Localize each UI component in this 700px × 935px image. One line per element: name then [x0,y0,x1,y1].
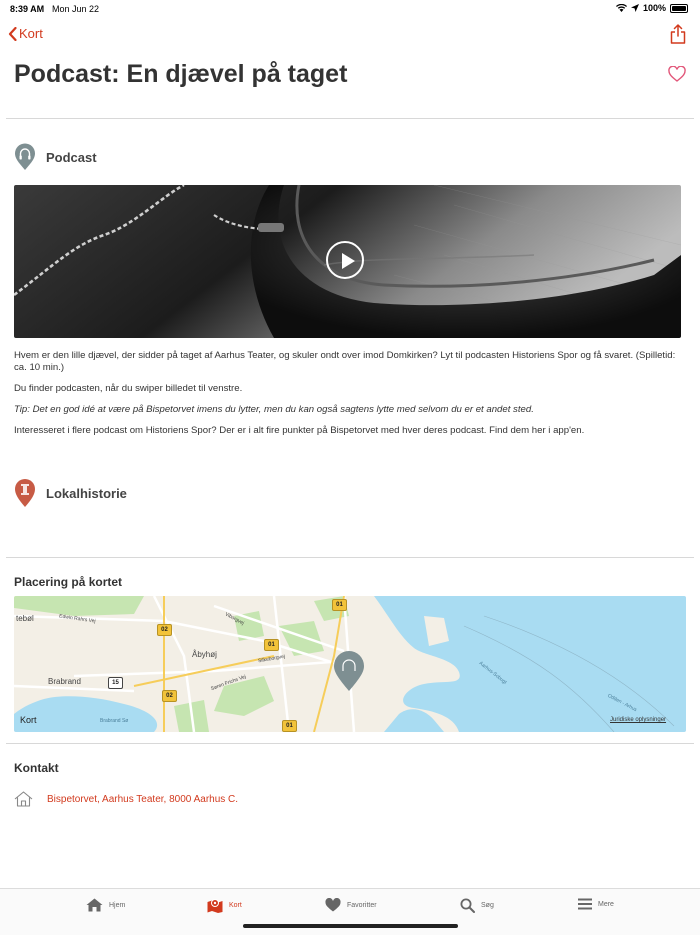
map-background [14,596,686,732]
heart-icon [325,898,341,912]
status-right: 100% [615,3,688,13]
wifi-icon [615,4,627,12]
road-badge: 15 [108,677,123,689]
contact-title: Kontakt [14,761,59,775]
share-button[interactable] [670,24,686,49]
podcast-media[interactable] [14,185,681,338]
tab-label: Favoritter [347,901,377,909]
status-time: 8:39 AM [10,4,45,14]
share-icon [670,24,686,44]
map-label: Åbyhøj [192,650,217,659]
map-label: Brabrand [48,677,81,686]
back-label: Kort [19,26,43,41]
chevron-left-icon [8,26,17,41]
contact-address-row[interactable]: Bispetorvet, Aarhus Teater, 8000 Aarhus … [14,791,238,807]
description-tip: Tip: Det en god idé at være på Bispetorv… [14,404,534,415]
menu-icon [578,898,592,910]
map-icon [207,899,223,913]
divider [6,557,694,558]
navigation-bar: Kort [0,24,700,46]
road-badge: 01 [264,639,279,651]
tab-label: Mere [598,900,614,908]
road-badge: 01 [282,720,297,732]
tab-more[interactable]: Mere [578,898,614,910]
description-paragraph: Du finder podcasten, når du swiper bille… [14,383,243,394]
heart-outline-icon [668,65,686,82]
road-badge: 01 [332,599,347,611]
podcast-category-label: Podcast [46,149,97,165]
home-icon [86,898,103,912]
podcast-category: Podcast [14,143,97,171]
map-label: tebøl [16,614,34,623]
home-indicator [243,924,458,928]
divider [6,118,694,119]
battery-percent: 100% [642,3,666,13]
description-paragraph: Interesseret i flere podcast om Historie… [14,425,585,436]
tab-home[interactable]: Hjem [86,898,125,912]
road-badge: 02 [157,624,172,636]
map-section-title: Placering på kortet [14,575,123,589]
back-button[interactable]: Kort [8,26,43,41]
battery-icon [670,3,688,13]
play-button[interactable] [326,241,364,279]
local-history-category: Lokalhistorie [14,478,127,508]
map-label: Brabrand Sø [100,718,129,724]
divider [6,743,694,744]
page-title: Podcast: En djævel på taget [14,60,348,88]
tab-label: Søg [481,902,494,909]
description: Hvem er den lille djævel, der sidder på … [14,350,684,446]
tab-favorites[interactable]: Favoritter [325,898,377,912]
local-history-label: Lokalhistorie [46,485,127,501]
favorite-button[interactable] [668,65,686,87]
search-icon [460,898,475,913]
status-bar: 8:39 AM Mon Jun 22 100% [0,0,700,18]
house-icon [14,791,33,807]
map-brand-label: Kort [20,715,37,725]
apple-maps-logo: Kort [20,715,37,725]
legal-link[interactable]: Juridiske oplysninger [610,717,666,723]
road-badge: 02 [162,690,177,702]
history-pin-icon [15,479,35,507]
tab-map[interactable]: Kort [207,898,242,913]
address-link[interactable]: Bispetorvet, Aarhus Teater, 8000 Aarhus … [47,794,238,805]
tab-search[interactable]: Søg [460,898,494,913]
location-map[interactable]: tebøl Edwin Rahrs Vej Åbyhøj Brabrand Br… [14,596,686,732]
status-date: Mon Jun 22 [52,4,100,14]
location-icon [630,4,639,12]
podcast-pin-icon [15,143,35,170]
tab-label: Kort [229,902,242,909]
tab-label: Hjem [109,901,126,909]
description-paragraph: Hvem er den lille djævel, der sidder på … [14,350,676,373]
